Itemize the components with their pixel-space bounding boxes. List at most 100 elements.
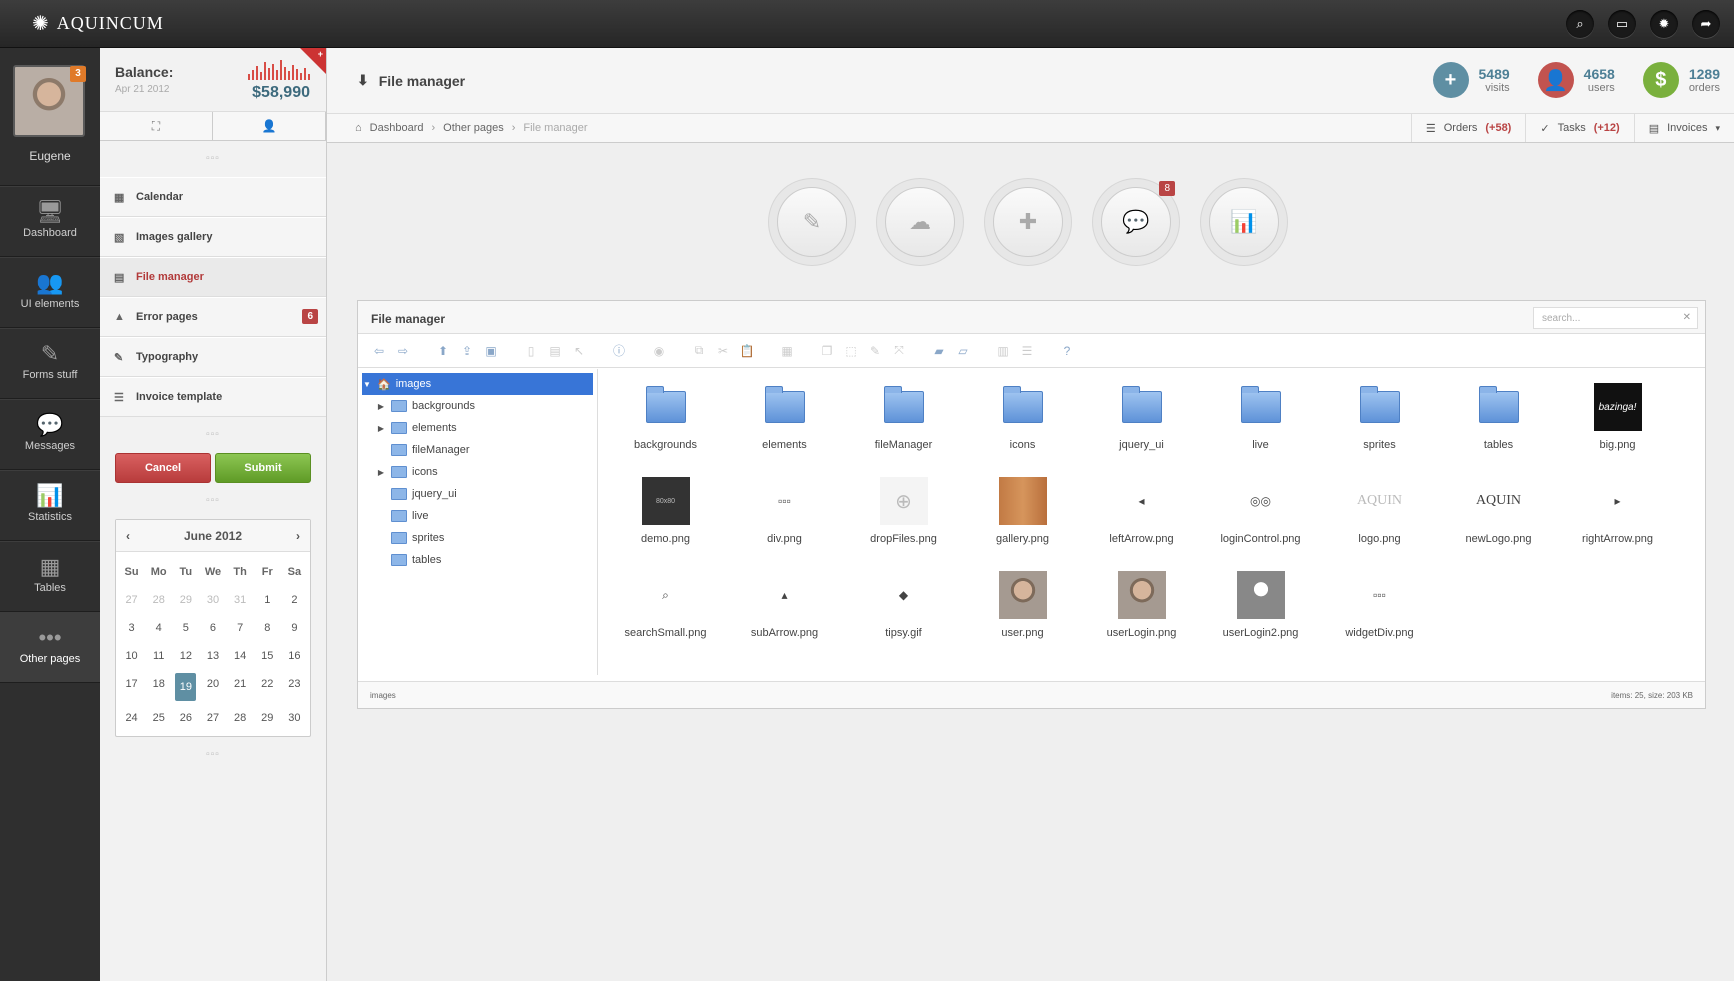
view-icons-icon[interactable]: ▥	[994, 342, 1012, 360]
paste-icon[interactable]: 📋	[738, 342, 756, 360]
view-list-icon[interactable]: ☰	[1018, 342, 1036, 360]
search-icon[interactable]: ⌕	[1566, 10, 1594, 38]
sidebar-item-typography[interactable]: ✎ Typography	[100, 337, 326, 377]
tab-screen[interactable]: ⛶	[100, 112, 213, 140]
file-item[interactable]: tables	[1439, 379, 1558, 473]
calendar-day[interactable]: 26	[172, 704, 199, 732]
plus-icon[interactable]: +	[318, 49, 323, 59]
calendar-day[interactable]: 30	[199, 586, 226, 614]
close-icon[interactable]: ✕	[1683, 312, 1691, 323]
sidebar-item-invoice-template[interactable]: ☰ Invoice template	[100, 377, 326, 417]
search-input[interactable]: search... ✕	[1533, 307, 1698, 329]
calendar-day[interactable]: 30	[281, 704, 308, 732]
calendar-day[interactable]: 27	[118, 586, 145, 614]
select-icon[interactable]: ↖	[570, 342, 588, 360]
calendar-day[interactable]: 19	[175, 673, 197, 701]
quick-action-cloud[interactable]: ☁	[877, 179, 963, 265]
tree-node[interactable]: jquery_ui	[362, 483, 593, 505]
calendar-day[interactable]: 8	[254, 614, 281, 642]
calendar-day[interactable]: 22	[254, 670, 281, 698]
file-item[interactable]: jquery_ui	[1082, 379, 1201, 473]
sidebar-item-calendar[interactable]: ▦ Calendar	[100, 177, 326, 217]
gear-icon[interactable]: ✹	[1650, 10, 1678, 38]
file-item[interactable]: sprites	[1320, 379, 1439, 473]
file-item[interactable]: live	[1201, 379, 1320, 473]
stat-visits[interactable]: +5489 visits	[1432, 62, 1510, 98]
tree-node[interactable]: ▶ icons	[362, 461, 593, 483]
submit-button[interactable]: Submit	[215, 453, 311, 483]
file-item[interactable]: user.png	[963, 567, 1082, 661]
file-item[interactable]: icons	[963, 379, 1082, 473]
archive-icon[interactable]: ▰	[930, 342, 948, 360]
duplicate-icon[interactable]: ❐	[818, 342, 836, 360]
calendar-day[interactable]: 12	[172, 642, 199, 670]
tree-node[interactable]: ▶ backgrounds	[362, 395, 593, 417]
tree-node-root[interactable]: ▼ 🏠 images	[362, 373, 593, 395]
calendar-day[interactable]: 31	[227, 586, 254, 614]
cancel-button[interactable]: Cancel	[115, 453, 211, 483]
breadcrumb-action-invoices[interactable]: ▤ Invoices ▾	[1633, 114, 1734, 142]
calendar-day[interactable]: 17	[118, 670, 145, 698]
stat-users[interactable]: 👤 4658 users	[1537, 62, 1615, 98]
preview-icon[interactable]: ◉	[650, 342, 668, 360]
file-item[interactable]: ⌕ searchSmall.png	[606, 567, 725, 661]
file-item[interactable]: ▸ rightArrow.png	[1558, 473, 1677, 567]
extract-icon[interactable]: ▱	[954, 342, 972, 360]
back-icon[interactable]: ⇦	[370, 342, 388, 360]
calendar-day[interactable]: 9	[281, 614, 308, 642]
nav-item-dashboard[interactable]: 🖥 Dashboard	[0, 186, 100, 257]
share-icon[interactable]: ➦	[1692, 10, 1720, 38]
rename-icon[interactable]: ⬚	[842, 342, 860, 360]
sidebar-item-images-gallery[interactable]: ▧ Images gallery	[100, 217, 326, 257]
file-item[interactable]: ▫▫▫ div.png	[725, 473, 844, 567]
quick-action-plus[interactable]: ✚	[985, 179, 1071, 265]
file-item[interactable]: ⊕ dropFiles.png	[844, 473, 963, 567]
info-icon[interactable]: ⓘ	[610, 342, 628, 360]
file-item[interactable]: ▫▫▫ widgetDiv.png	[1320, 567, 1439, 661]
calendar-day[interactable]: 2	[281, 586, 308, 614]
nav-item-forms-stuff[interactable]: ✎ Forms stuff	[0, 328, 100, 399]
monitor-icon[interactable]: ▭	[1608, 10, 1636, 38]
file-item[interactable]: AQUIN newLogo.png	[1439, 473, 1558, 567]
calendar-day[interactable]: 28	[145, 586, 172, 614]
calendar-day[interactable]: 25	[145, 704, 172, 732]
file-item[interactable]: ◎◎ loginControl.png	[1201, 473, 1320, 567]
cut-icon[interactable]: ✂	[714, 342, 732, 360]
copy-icon[interactable]: ⧉	[690, 342, 708, 360]
stat-orders[interactable]: $1289 orders	[1642, 62, 1720, 98]
delete-icon[interactable]: ▦	[778, 342, 796, 360]
calendar-day[interactable]: 14	[227, 642, 254, 670]
resize-icon[interactable]: ⤧	[890, 342, 908, 360]
file-item[interactable]: fileManager	[844, 379, 963, 473]
calendar-day[interactable]: 10	[118, 642, 145, 670]
new-file-icon[interactable]: ▯	[522, 342, 540, 360]
calendar-day[interactable]: 4	[145, 614, 172, 642]
tree-node[interactable]: ▶ elements	[362, 417, 593, 439]
calendar-day[interactable]: 13	[199, 642, 226, 670]
quick-action-bar-chart[interactable]: 📊	[1201, 179, 1287, 265]
chevron-right-icon[interactable]: ›	[296, 529, 300, 543]
file-item[interactable]: bazinga! big.png	[1558, 379, 1677, 473]
file-item[interactable]: ◆ tipsy.gif	[844, 567, 963, 661]
sidebar-item-error-pages[interactable]: ▲ Error pages 6	[100, 297, 326, 337]
calendar-day[interactable]: 27	[199, 704, 226, 732]
new-folder-icon[interactable]: ▤	[546, 342, 564, 360]
calendar-day[interactable]: 6	[199, 614, 226, 642]
file-item[interactable]: userLogin.png	[1082, 567, 1201, 661]
file-item[interactable]: elements	[725, 379, 844, 473]
quick-action-edit[interactable]: ✎	[769, 179, 855, 265]
breadcrumb-dashboard[interactable]: Dashboard	[370, 122, 424, 134]
calendar-day[interactable]: 29	[172, 586, 199, 614]
breadcrumb-action-tasks[interactable]: ✓ Tasks (+12)	[1525, 114, 1633, 142]
edit-file-icon[interactable]: ✎	[866, 342, 884, 360]
up-folder-icon[interactable]: ⬆	[434, 342, 452, 360]
calendar-day[interactable]: 1	[254, 586, 281, 614]
calendar-day[interactable]: 20	[199, 670, 226, 698]
calendar-day[interactable]: 16	[281, 642, 308, 670]
tab-user[interactable]: 👤	[213, 112, 326, 140]
breadcrumb-other-pages[interactable]: Other pages	[443, 122, 504, 134]
sidebar-item-file-manager[interactable]: ▤ File manager	[100, 257, 326, 297]
file-item[interactable]: gallery.png	[963, 473, 1082, 567]
quick-action-chat[interactable]: 💬 8	[1093, 179, 1179, 265]
tree-node[interactable]: fileManager	[362, 439, 593, 461]
